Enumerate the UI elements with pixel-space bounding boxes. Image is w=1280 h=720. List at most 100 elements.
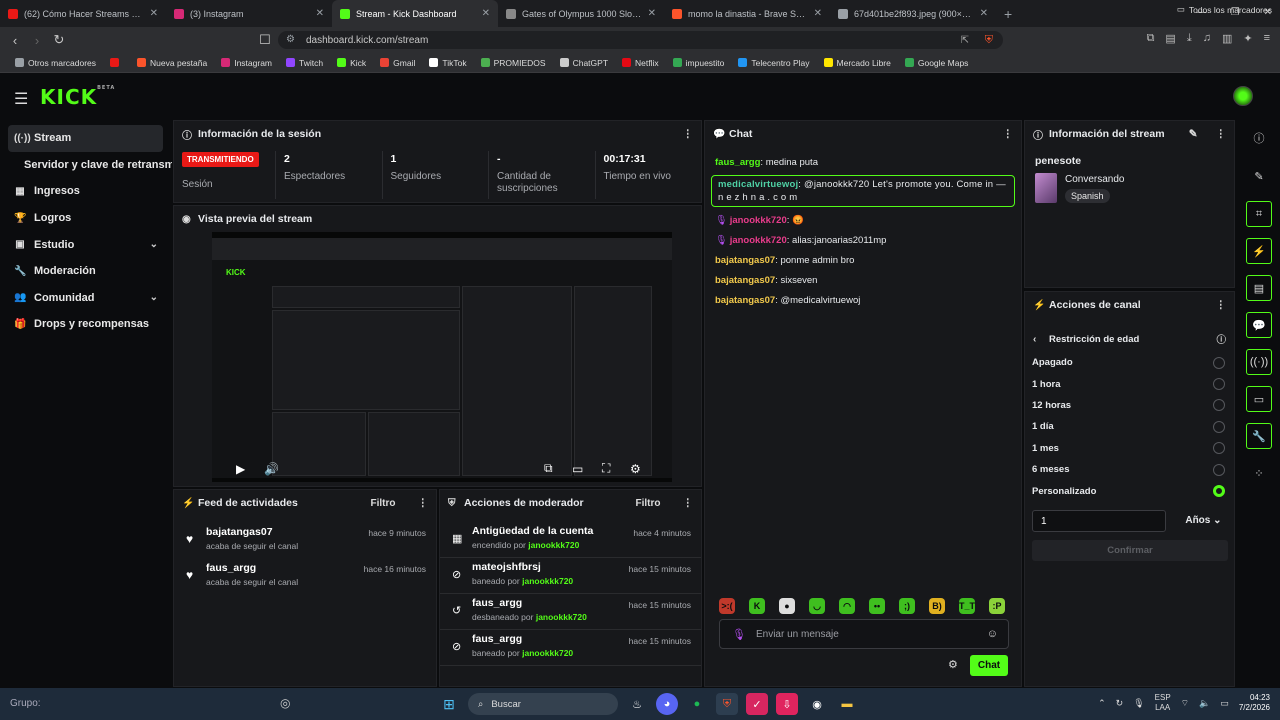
lang-indicator[interactable]: ESP LAA xyxy=(1155,693,1171,713)
confirm-button[interactable]: Confirmar xyxy=(1032,539,1228,561)
bookmark-item[interactable]: impuestito xyxy=(666,58,732,68)
bookmark-icon[interactable]: ☐ xyxy=(254,32,276,48)
mod-menu-icon[interactable]: ⋮ xyxy=(683,497,694,509)
mod-action-by[interactable]: janookkk720 xyxy=(536,612,587,622)
browser-tab[interactable]: (62) Cómo Hacer Streams en Kick (Co ✕ xyxy=(0,0,166,27)
bookmark-item[interactable]: Netflix xyxy=(615,58,666,68)
bookmark-item[interactable]: PROMIEDOS xyxy=(474,58,553,68)
chat-menu-icon[interactable]: ⋮ xyxy=(1003,128,1014,140)
pencil-icon[interactable]: ✎ xyxy=(1246,163,1272,189)
mod-action-item[interactable]: ↺ faus_argg desbaneado por janookkk720 hace… xyxy=(440,594,701,630)
emote-angry-icon[interactable]: >:( xyxy=(719,598,735,614)
forward-icon[interactable]: › xyxy=(26,33,48,48)
tab-close-icon[interactable]: ✕ xyxy=(980,8,988,19)
layout-icon[interactable]: ▭ xyxy=(1246,386,1272,412)
emote-kick-icon[interactable]: K xyxy=(749,598,765,614)
emote-ball-icon[interactable]: ● xyxy=(779,598,795,614)
bookmark-item[interactable] xyxy=(103,58,130,67)
wifi-icon[interactable]: ⌔ xyxy=(1181,698,1189,709)
browser-menu-icon[interactable]: ≡ xyxy=(1264,32,1270,45)
tab-close-icon[interactable]: ✕ xyxy=(150,8,158,19)
extensions-icon[interactable]: ⧉ xyxy=(1147,32,1155,45)
feed-item[interactable]: ♥ faus_argg acaba de seguir el canal hace 1… xyxy=(174,558,436,594)
chat-icon[interactable]: 💬 xyxy=(1246,312,1272,338)
chat-username[interactable]: janookkk720 xyxy=(730,215,787,226)
chevron-down-icon[interactable]: ⌄ xyxy=(150,292,158,303)
wrench-icon[interactable]: 🔧 xyxy=(1246,423,1272,449)
chat-username[interactable]: bajatangas07 xyxy=(715,295,775,306)
hamburger-menu-icon[interactable]: ☰ xyxy=(14,89,28,109)
app-icon-2[interactable]: ⇩ xyxy=(776,693,798,715)
fullscreen-icon[interactable]: ⛶ xyxy=(602,461,610,476)
taskbar-search[interactable]: ⌕ Buscar xyxy=(468,693,618,715)
chat-username[interactable]: bajatangas07 xyxy=(715,275,775,286)
tab-close-icon[interactable]: ✕ xyxy=(648,8,656,19)
emote-cool-icon[interactable]: B) xyxy=(929,598,945,614)
emote-smile-icon[interactable]: ◡ xyxy=(809,598,825,614)
emote-face-icon[interactable]: •• xyxy=(869,598,885,614)
leo-icon[interactable]: ✦ xyxy=(1243,32,1252,45)
sidebar-toggle-icon[interactable]: ▥ xyxy=(1222,32,1232,45)
apps-icon[interactable]: ⁘ xyxy=(1246,460,1272,486)
info-circle-icon[interactable]: ⓘ xyxy=(1216,332,1226,346)
radio-button[interactable] xyxy=(1213,399,1225,412)
mod-filter-button[interactable]: Filtro xyxy=(636,498,661,509)
unit-select[interactable]: Años ⌄ xyxy=(1185,515,1221,526)
mod-action-item[interactable]: ▦ Antigüedad de la cuenta encendido por ja… xyxy=(440,522,701,558)
chat-settings-icon[interactable]: ⚙ xyxy=(948,658,958,671)
chevron-down-icon[interactable]: ⌄ xyxy=(150,239,158,250)
age-option[interactable]: Apagado xyxy=(1025,352,1234,373)
mic-tray-icon[interactable]: 🎙 xyxy=(1133,698,1144,709)
bookmark-item[interactable]: Gmail xyxy=(373,58,422,68)
stream-info-menu-icon[interactable]: ⋮ xyxy=(1216,128,1227,140)
emote-wink-icon[interactable]: ;) xyxy=(899,598,915,614)
feed-menu-icon[interactable]: ⋮ xyxy=(418,497,429,509)
bookmark-item[interactable]: Twitch xyxy=(279,58,330,68)
chat-send-button[interactable]: Chat xyxy=(970,655,1008,676)
mod-action-item[interactable]: ⊘ mateojshfbrsj baneado por janookkk720 hac… xyxy=(440,558,701,594)
age-option[interactable]: 1 mes xyxy=(1025,438,1234,459)
all-bookmarks[interactable]: ▭ Todos los marcadores xyxy=(1177,4,1272,15)
radio-button[interactable] xyxy=(1213,442,1225,455)
theater-icon[interactable]: ▭ xyxy=(572,462,583,476)
age-option[interactable]: Personalizado xyxy=(1025,480,1234,501)
bookmark-item[interactable]: Google Maps xyxy=(898,58,976,68)
edit-pencil-icon[interactable]: ✎ xyxy=(1189,128,1198,140)
sidebar-item[interactable]: ((·)) Stream xyxy=(8,125,163,152)
app-icon-1[interactable]: ✓ xyxy=(746,693,768,715)
tab-close-icon[interactable]: ✕ xyxy=(814,8,822,19)
pip-icon[interactable]: ⧉ xyxy=(544,461,553,476)
back-arrow-icon[interactable]: ‹ xyxy=(1033,334,1043,345)
radio-button[interactable] xyxy=(1213,356,1225,369)
browser-tab[interactable]: Gates of Olympus 1000 Slot by Pragm ✕ xyxy=(498,0,664,27)
age-option[interactable]: 12 horas xyxy=(1025,395,1234,416)
wallet-icon[interactable]: ▤ xyxy=(1165,32,1175,45)
lightning-icon[interactable]: ⚡ xyxy=(1246,238,1272,264)
info-icon[interactable]: ⓘ xyxy=(1246,125,1272,151)
emoji-picker-icon[interactable]: ☺ xyxy=(987,628,998,640)
fingerprint-icon[interactable]: ◎ xyxy=(280,696,290,710)
share-icon[interactable]: ⇱ xyxy=(961,35,969,46)
url-field[interactable]: ⚙ dashboard.kick.com/stream ⇱ ⛨ xyxy=(278,31,1003,49)
chat-username[interactable]: faus_argg xyxy=(715,157,760,168)
custom-age-input[interactable]: 1 xyxy=(1032,509,1166,532)
age-option[interactable]: 1 día xyxy=(1025,416,1234,437)
sidebar-item[interactable]: 🏆 Logros xyxy=(0,205,172,232)
speaker-icon[interactable]: 🔈 xyxy=(1199,698,1210,709)
sidebar-item[interactable]: 👥 Comunidad ⌄ xyxy=(0,285,172,312)
brave-icon[interactable]: ⛨ xyxy=(716,693,738,715)
clock[interactable]: 04:23 7/2/2026 xyxy=(1239,693,1270,713)
document-icon[interactable]: ▤ xyxy=(1246,275,1272,301)
radio-button[interactable] xyxy=(1213,420,1225,433)
spotify-icon[interactable]: ● xyxy=(686,693,708,715)
feed-item[interactable]: ♥ bajatangas07 acaba de seguir el canal hac… xyxy=(174,522,436,558)
back-icon[interactable]: ‹ xyxy=(4,33,26,48)
session-menu-icon[interactable]: ⋮ xyxy=(683,128,694,140)
site-info-icon[interactable]: ⚙ xyxy=(286,34,295,45)
chat-username[interactable]: bajatangas07 xyxy=(715,255,775,266)
radio-button[interactable] xyxy=(1213,463,1225,476)
mod-action-by[interactable]: janookkk720 xyxy=(522,648,573,658)
tray-chevron-up-icon[interactable]: ⌃ xyxy=(1098,698,1106,709)
brave-shield-icon[interactable]: ⛨ xyxy=(985,34,993,47)
obs-icon[interactable]: ◉ xyxy=(806,693,828,715)
